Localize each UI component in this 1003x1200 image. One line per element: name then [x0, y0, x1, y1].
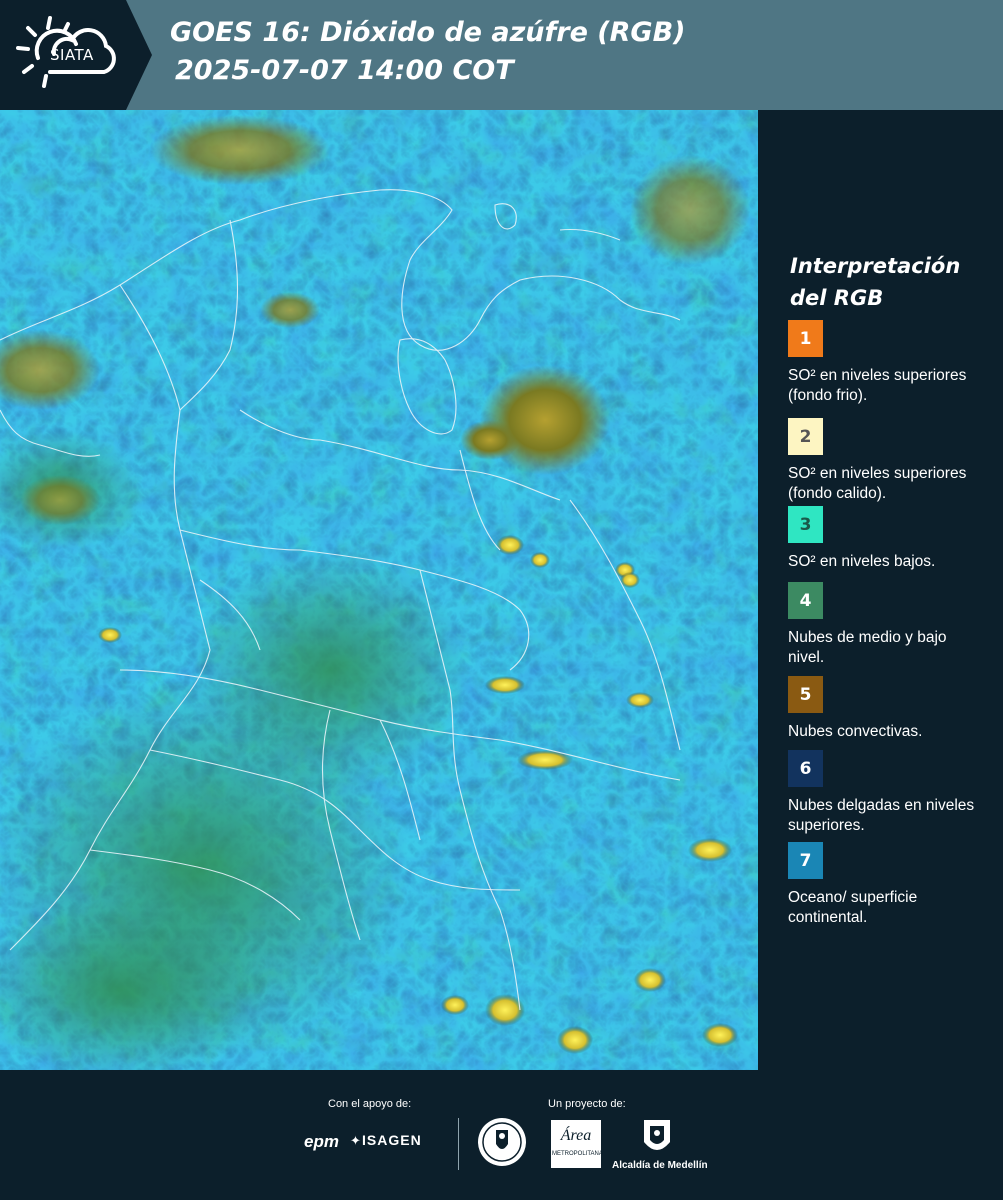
legend-swatch: 6 [788, 750, 823, 787]
legend-item-7: 7 Oceano/ superficie continental. [788, 842, 988, 928]
isagen-mark-icon: ✦ [350, 1134, 361, 1149]
legend-item-3: 3 SO² en niveles bajos. [788, 506, 988, 572]
page-timestamp: 2025-07-07 14:00 COT [175, 55, 514, 86]
legend-swatch: 4 [788, 582, 823, 619]
legend-label: Oceano/ superficie continental. [788, 889, 918, 926]
legend-item-5: 5 Nubes convectivas. [788, 676, 988, 742]
legend-label: SO² en niveles bajos. [788, 553, 936, 570]
legend-label: SO² en niveles superiores (fondo frio). [788, 367, 967, 404]
satellite-map[interactable] [0, 110, 758, 1070]
siata-logo-text: SIATA [50, 46, 94, 64]
page-title: GOES 16: Dióxido de azúfre (RGB) [170, 17, 686, 48]
legend-swatch: 1 [788, 320, 823, 357]
legend-swatch: 5 [788, 676, 823, 713]
isagen-logo: ISAGEN [362, 1132, 422, 1148]
epm-logo: epm [304, 1132, 339, 1151]
legend-label: SO² en niveles superiores (fondo calido)… [788, 465, 967, 502]
legend-title: Interpretación del RGB [790, 254, 961, 310]
legend-label: Nubes convectivas. [788, 723, 923, 740]
legend-panel: Interpretación del RGB 1 SO² en niveles … [758, 110, 1003, 1070]
area-logo-subtext: METROPOLITANA [552, 1151, 603, 1157]
medellin-seal-icon [478, 1118, 526, 1166]
legend-label: Nubes de medio y bajo nivel. [788, 629, 947, 666]
legend-swatch: 3 [788, 506, 823, 543]
legend-label: Nubes delgadas en niveles superiores. [788, 797, 975, 834]
legend-swatch: 7 [788, 842, 823, 879]
header-bar: SIATA GOES 16: Dióxido de azúfre (RGB) 2… [0, 0, 1003, 110]
legend-item-1: 1 SO² en niveles superiores (fondo frio)… [788, 320, 988, 406]
legend-item-2: 2 SO² en niveles superiores (fondo calid… [788, 418, 988, 504]
siata-logo: SIATA [0, 0, 152, 110]
footer-divider [458, 1118, 459, 1170]
footer: Con el apoyo de: Un proyecto de: epm ✦ I… [0, 1070, 1003, 1200]
legend-item-6: 6 Nubes delgadas en niveles superiores. [788, 750, 988, 836]
alcaldia-shield-icon [644, 1120, 670, 1150]
project-caption: Un proyecto de: [548, 1098, 626, 1110]
support-caption: Con el apoyo de: [328, 1098, 412, 1110]
area-logo-text: Área [560, 1127, 592, 1144]
legend-item-4: 4 Nubes de medio y bajo nivel. [788, 582, 988, 668]
area-metropolitana-logo: Área METROPOLITANA [551, 1120, 603, 1168]
alcaldia-label: Alcaldía de Medellín [612, 1160, 708, 1171]
legend-swatch: 2 [788, 418, 823, 455]
